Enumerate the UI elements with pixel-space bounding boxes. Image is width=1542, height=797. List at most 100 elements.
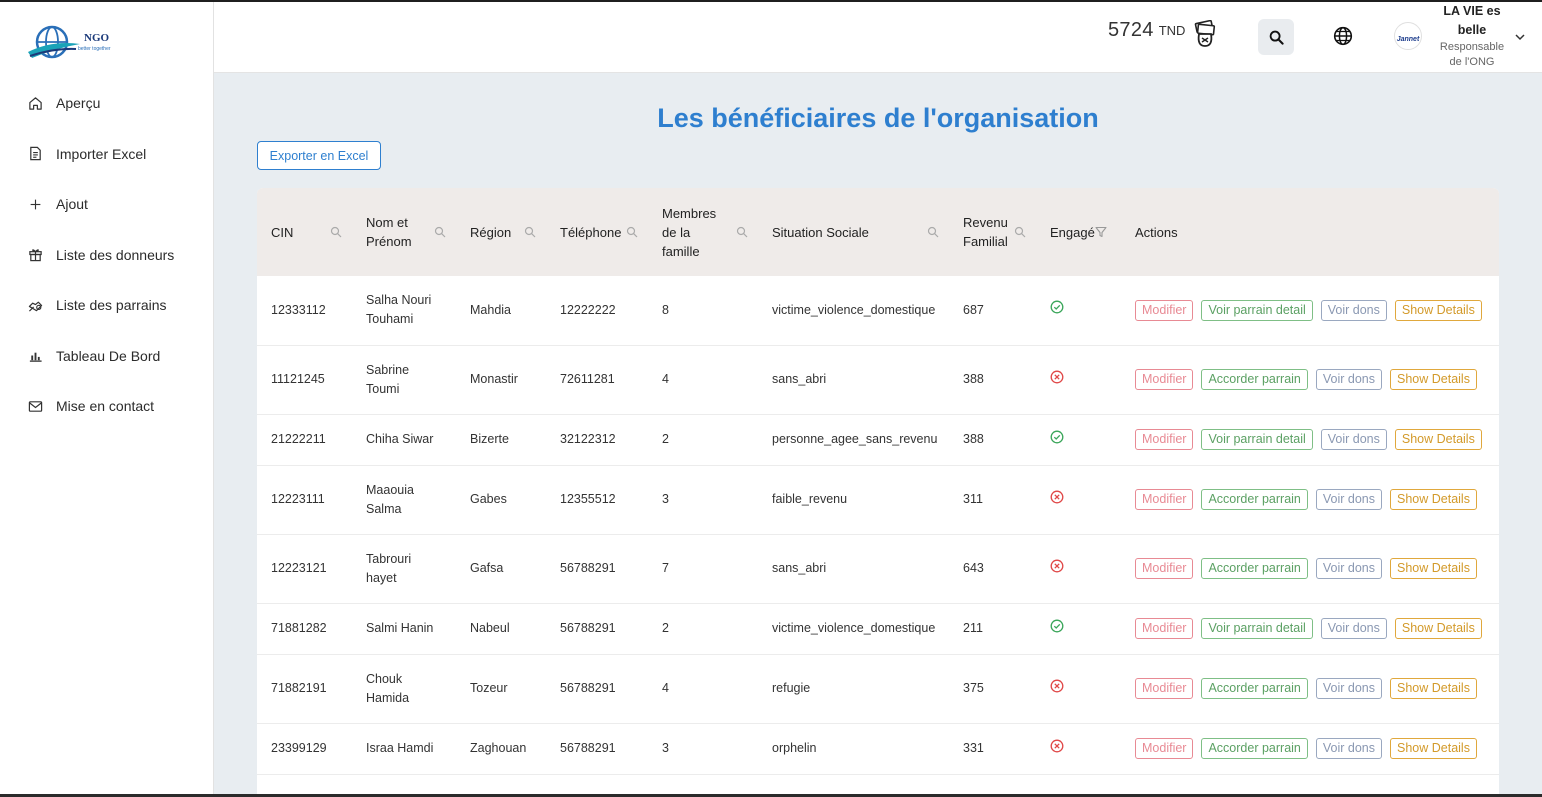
cell-members: 2 <box>648 603 758 655</box>
parrain-button[interactable]: Voir parrain detail <box>1201 299 1313 321</box>
search-icon <box>1269 30 1284 45</box>
search-icon[interactable] <box>524 226 536 238</box>
voir-dons-button[interactable]: Voir dons <box>1315 678 1382 699</box>
cell-members: 2 <box>648 414 758 466</box>
cell-phone: 72611281 <box>546 345 648 415</box>
show-details-button[interactable]: Show Details <box>1390 678 1477 699</box>
parrain-button[interactable]: Accorder parrain <box>1201 558 1308 579</box>
table-row: 21222211 Chiha Siwar Bizerte 32122312 2 perso… <box>257 414 1499 466</box>
cell-name-text: Maaouia Salma <box>366 482 414 516</box>
show-details-button[interactable]: Show Details <box>1394 299 1482 321</box>
ngo-logo[interactable]: NGO better together <box>26 22 126 66</box>
search-icon[interactable] <box>626 226 638 238</box>
show-details-button[interactable]: Show Details <box>1394 429 1482 450</box>
check-circle-icon <box>1050 430 1064 444</box>
x-circle-icon <box>1050 559 1064 573</box>
voir-dons-button[interactable]: Voir dons <box>1315 489 1382 510</box>
column-header-nom[interactable]: Nom et Prénom <box>352 188 456 276</box>
show-details-button[interactable]: Show Details <box>1390 558 1477 579</box>
parrain-button[interactable]: Voir parrain detail <box>1201 429 1313 450</box>
column-header-region[interactable]: Région <box>456 188 546 276</box>
column-label: CIN <box>271 224 294 240</box>
search-icon[interactable] <box>736 226 748 238</box>
parrain-button[interactable]: Accorder parrain <box>1201 738 1308 759</box>
cell-members: 4 <box>648 345 758 415</box>
table-row: 71882191 Chouk Hamida Tozeur 56788291 4 refug… <box>257 654 1499 724</box>
column-header-revenu[interactable]: Revenu Familial <box>949 188 1036 276</box>
sidebar-item-liste-donneurs[interactable]: Liste des donneurs <box>0 230 213 281</box>
column-header-situation[interactable]: Situation Sociale <box>758 188 949 276</box>
language-button[interactable] <box>1333 26 1355 48</box>
voir-dons-button[interactable]: Voir dons <box>1320 299 1387 321</box>
search-icon[interactable] <box>434 226 446 238</box>
export-excel-button[interactable]: Exporter en Excel <box>257 141 381 170</box>
action-group: Modifier Accorder parrain Voir dons Show De… <box>1135 678 1499 699</box>
parrain-button[interactable]: Accorder parrain <box>1201 678 1308 699</box>
show-details-button[interactable]: Show Details <box>1390 738 1477 759</box>
sidebar-item-liste-parrains[interactable]: Liste des parrains <box>0 280 213 331</box>
x-circle-icon <box>1050 679 1064 693</box>
modifier-button[interactable]: Modifier <box>1135 558 1194 579</box>
globe-logo-icon <box>28 25 80 59</box>
sidebar-item-label: Tableau De Bord <box>56 347 161 364</box>
cell-name: Sabrine Toumi <box>352 345 456 415</box>
modifier-button[interactable]: Modifier <box>1135 299 1194 321</box>
voir-dons-button[interactable]: Voir dons <box>1315 369 1382 390</box>
column-header-telephone[interactable]: Téléphone <box>546 188 648 276</box>
modifier-button[interactable]: Modifier <box>1135 618 1194 639</box>
modifier-button[interactable]: Modifier <box>1135 678 1194 699</box>
voir-dons-button[interactable]: Voir dons <box>1315 558 1382 579</box>
modifier-button[interactable]: Modifier <box>1135 738 1194 759</box>
voir-dons-button[interactable]: Voir dons <box>1320 429 1387 450</box>
sidebar-item-importer-excel[interactable]: Importer Excel <box>0 129 213 180</box>
column-header-engage[interactable]: Engagé <box>1036 188 1121 276</box>
cell-actions: Modifier Accorder parrain Voir dons Show De… <box>1121 534 1499 604</box>
show-details-button[interactable]: Show Details <box>1394 618 1482 639</box>
sidebar-item-ajout[interactable]: Ajout <box>0 179 213 230</box>
show-details-button[interactable]: Show Details <box>1390 489 1477 510</box>
file-icon <box>27 146 43 162</box>
cell-cin: 21222211 <box>257 414 352 466</box>
parrain-button[interactable]: Accorder parrain <box>1201 369 1308 390</box>
sidebar-item-apercu[interactable]: Aperçu <box>0 78 213 129</box>
modifier-button[interactable]: Modifier <box>1135 369 1194 390</box>
search-icon[interactable] <box>927 226 939 238</box>
filter-icon[interactable] <box>1095 226 1107 238</box>
cell-name-text: Tabrouri hayet <box>366 551 412 585</box>
search-icon[interactable] <box>1014 226 1026 238</box>
voir-dons-button[interactable]: Voir dons <box>1315 738 1382 759</box>
search-icon[interactable] <box>330 226 342 238</box>
column-header-membres[interactable]: Membres de la famille <box>648 188 758 276</box>
action-group: Modifier Voir parrain detail Voir dons Show… <box>1135 299 1499 321</box>
cell-name: Salha Nouri Touhami <box>352 276 456 346</box>
action-group: Modifier Accorder parrain Voir dons Show De… <box>1135 369 1499 390</box>
cell-engaged <box>1036 723 1121 775</box>
check-circle-icon <box>1050 619 1064 633</box>
column-label: Région <box>470 224 512 240</box>
cell-actions: Modifier Voir parrain detail Voir dons Show… <box>1121 276 1499 346</box>
chevron-down-icon[interactable] <box>1514 30 1526 42</box>
cell-phone: 32122312 <box>546 414 648 466</box>
page-title: Les bénéficiaires de l'organisation <box>657 103 1099 133</box>
user-info[interactable]: LA VIE es belle Responsable de l'ONG <box>1436 2 1508 70</box>
modifier-button[interactable]: Modifier <box>1135 489 1194 510</box>
sidebar-item-tableau-de-bord[interactable]: Tableau De Bord <box>0 331 213 382</box>
cell-engaged <box>1036 414 1121 466</box>
cell-revenu: 687 <box>949 276 1036 346</box>
modifier-button[interactable]: Modifier <box>1135 429 1194 450</box>
avatar[interactable]: Jannet <box>1394 22 1422 50</box>
cell-region: Mahdia <box>456 276 546 346</box>
cell-actions: Modifier Voir parrain detail Voir dons Show… <box>1121 603 1499 655</box>
show-details-button[interactable]: Show Details <box>1390 369 1477 390</box>
voir-dons-button[interactable]: Voir dons <box>1320 618 1387 639</box>
action-group: Modifier Accorder parrain Voir dons Show De… <box>1135 558 1499 579</box>
cell-revenu: 388 <box>949 345 1036 415</box>
action-group: Modifier Accorder parrain Voir dons Show De… <box>1135 489 1499 510</box>
search-button[interactable] <box>1258 19 1294 55</box>
sidebar-item-mise-en-contact[interactable]: Mise en contact <box>0 381 213 432</box>
column-header-cin[interactable]: CIN <box>257 188 352 276</box>
cell-region: Tozeur <box>456 654 546 724</box>
sidebar-item-label: Liste des donneurs <box>56 246 175 263</box>
parrain-button[interactable]: Accorder parrain <box>1201 489 1308 510</box>
parrain-button[interactable]: Voir parrain detail <box>1201 618 1313 639</box>
